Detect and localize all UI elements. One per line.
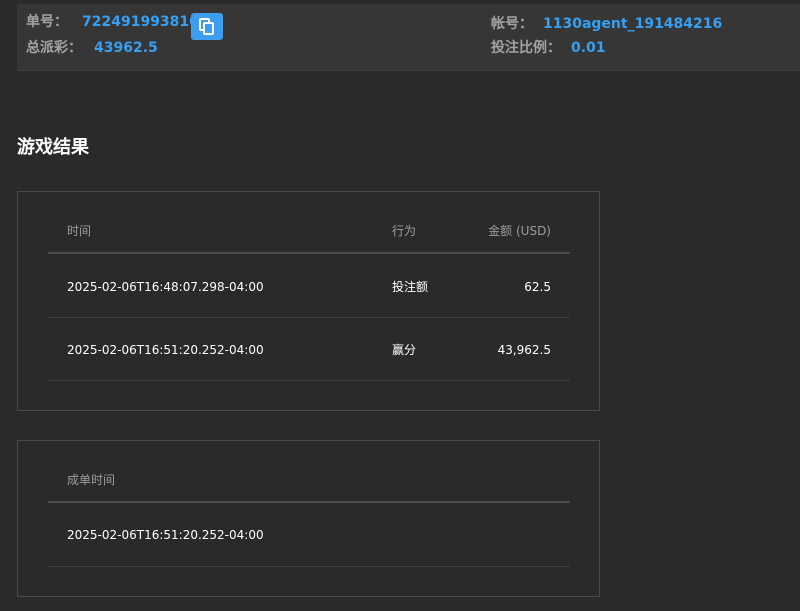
- row-action: 赢分: [392, 343, 417, 357]
- row-time: 2025-02-06T16:51:20.252-04:00: [67, 343, 264, 357]
- account-label: 帐号：: [491, 16, 533, 32]
- header-divider: [48, 252, 570, 254]
- settlement-time-value: 2025-02-06T16:51:20.252-04:00: [67, 528, 264, 542]
- bet-ratio-value: 0.01: [571, 40, 606, 56]
- order-number-label: 单号：: [26, 14, 68, 30]
- row-divider: [48, 566, 570, 567]
- settlement-table: 成单时间 2025-02-06T16:51:20.252-04:00: [17, 440, 600, 597]
- row-divider: [48, 380, 570, 381]
- game-result-page: 单号： 722491993810 总派彩： 43962.5 帐号： 1130agent…: [0, 0, 800, 611]
- row-amount: 43,962.5: [497, 343, 551, 357]
- column-header-time: 时间: [67, 224, 92, 238]
- row-divider: [48, 317, 570, 318]
- order-number-value[interactable]: 722491993810: [82, 11, 199, 33]
- total-payout-value: 43962.5: [94, 40, 158, 56]
- section-title: 游戏结果: [17, 137, 89, 158]
- column-header-action: 行为: [392, 224, 417, 238]
- copy-icon: [199, 18, 214, 35]
- bet-ratio-label: 投注比例：: [491, 40, 561, 56]
- account-row: 帐号： 1130agent_191484216: [491, 13, 722, 35]
- row-amount: 62.5: [524, 280, 551, 294]
- column-header-amount: 金额 (USD): [488, 224, 551, 238]
- bet-info-panel: 单号： 722491993810 总派彩： 43962.5 帐号： 1130agent…: [17, 4, 800, 71]
- bet-ratio-row: 投注比例： 0.01: [491, 37, 606, 59]
- order-number-row: 单号： 722491993810: [26, 11, 199, 33]
- copy-order-button[interactable]: [191, 13, 223, 40]
- total-payout-label: 总派彩：: [26, 40, 82, 56]
- total-payout-row: 总派彩： 43962.5: [26, 37, 158, 59]
- header-divider: [48, 501, 570, 503]
- results-table: 时间 行为 金额 (USD) 2025-02-06T16:48:07.298-0…: [17, 191, 600, 411]
- row-time: 2025-02-06T16:48:07.298-04:00: [67, 280, 264, 294]
- row-action: 投注额: [392, 280, 429, 294]
- column-header-settlement-time: 成单时间: [67, 473, 116, 487]
- account-value: 1130agent_191484216: [543, 16, 723, 32]
